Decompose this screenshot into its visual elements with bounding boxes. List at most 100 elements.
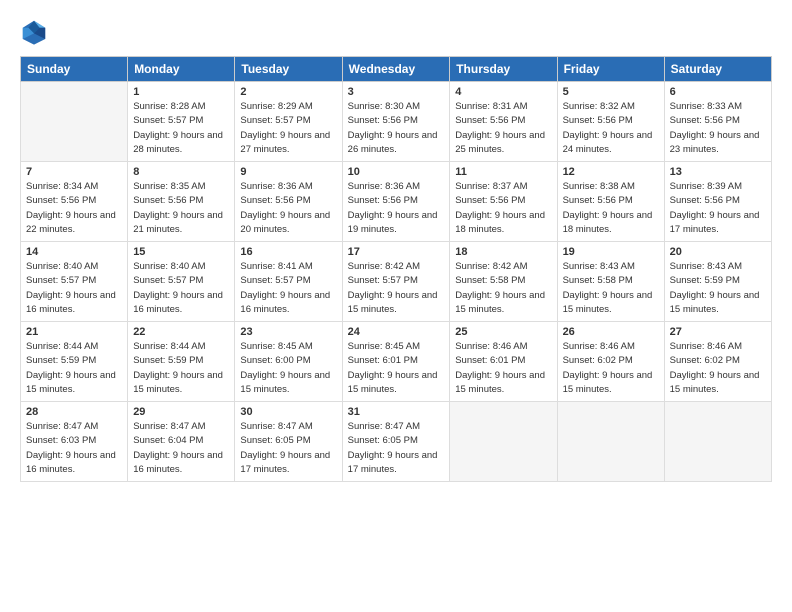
day-detail: Sunrise: 8:47 AMSunset: 6:05 PMDaylight:… [348, 420, 445, 477]
day-number: 31 [348, 406, 445, 418]
calendar-cell: 19 Sunrise: 8:43 AMSunset: 5:58 PMDayligh… [557, 242, 664, 322]
day-number: 9 [240, 166, 336, 178]
calendar-cell: 24 Sunrise: 8:45 AMSunset: 6:01 PMDayligh… [342, 322, 450, 402]
calendar-cell: 6 Sunrise: 8:33 AMSunset: 5:56 PMDaylight… [664, 82, 771, 162]
calendar-cell: 17Sunrise: 8:42 AMSunset: 5:57 PMDayligh… [342, 242, 450, 322]
day-number: 12 [563, 166, 659, 178]
col-header-friday: Friday [557, 57, 664, 82]
col-header-tuesday: Tuesday [235, 57, 342, 82]
day-detail: Sunrise: 8:43 AMSunset: 5:59 PMDaylight:… [670, 260, 766, 317]
calendar-cell: 2Sunrise: 8:29 AMSunset: 5:57 PMDaylight… [235, 82, 342, 162]
calendar-cell [21, 82, 128, 162]
day-detail: Sunrise: 8:36 AMSunset: 5:56 PMDaylight:… [240, 180, 336, 237]
day-number: 13 [670, 166, 766, 178]
day-detail: Sunrise: 8:31 AMSunset: 5:56 PMDaylight:… [455, 100, 551, 157]
calendar-cell: 18 Sunrise: 8:42 AMSunset: 5:58 PMDayligh… [450, 242, 557, 322]
day-number: 15 [133, 246, 229, 258]
calendar-cell [450, 402, 557, 482]
calendar-cell: 15 Sunrise: 8:40 AMSunset: 5:57 PMDayligh… [128, 242, 235, 322]
day-detail: Sunrise: 8:46 AMSunset: 6:01 PMDaylight:… [455, 340, 551, 397]
day-number: 4 [455, 86, 551, 98]
day-number: 23 [240, 326, 336, 338]
day-detail: Sunrise: 8:41 AMSunset: 5:57 PMDaylight:… [240, 260, 336, 317]
day-detail: Sunrise: 8:45 AMSunset: 6:00 PMDaylight:… [240, 340, 336, 397]
week-row-3: 14 Sunrise: 8:40 AMSunset: 5:57 PMDayligh… [21, 242, 772, 322]
header-row: SundayMondayTuesdayWednesdayThursdayFrid… [21, 57, 772, 82]
day-detail: Sunrise: 8:47 AMSunset: 6:03 PMDaylight:… [26, 420, 122, 477]
day-detail: Sunrise: 8:44 AMSunset: 5:59 PMDaylight:… [133, 340, 229, 397]
page: SundayMondayTuesdayWednesdayThursdayFrid… [0, 0, 792, 492]
day-number: 19 [563, 246, 659, 258]
day-number: 24 [348, 326, 445, 338]
calendar-cell: 14 Sunrise: 8:40 AMSunset: 5:57 PMDayligh… [21, 242, 128, 322]
day-number: 25 [455, 326, 551, 338]
header [20, 18, 772, 46]
col-header-saturday: Saturday [664, 57, 771, 82]
logo [20, 18, 52, 46]
day-detail: Sunrise: 8:33 AMSunset: 5:56 PMDaylight:… [670, 100, 766, 157]
week-row-1: 1 Sunrise: 8:28 AMSunset: 5:57 PMDaylight… [21, 82, 772, 162]
calendar-cell [664, 402, 771, 482]
day-number: 26 [563, 326, 659, 338]
day-detail: Sunrise: 8:47 AMSunset: 6:05 PMDaylight:… [240, 420, 336, 477]
day-detail: Sunrise: 8:29 AMSunset: 5:57 PMDaylight:… [240, 100, 336, 157]
day-number: 16 [240, 246, 336, 258]
day-detail: Sunrise: 8:35 AMSunset: 5:56 PMDaylight:… [133, 180, 229, 237]
day-number: 10 [348, 166, 445, 178]
week-row-4: 21 Sunrise: 8:44 AMSunset: 5:59 PMDayligh… [21, 322, 772, 402]
day-number: 1 [133, 86, 229, 98]
calendar-cell: 30Sunrise: 8:47 AMSunset: 6:05 PMDayligh… [235, 402, 342, 482]
day-detail: Sunrise: 8:42 AMSunset: 5:58 PMDaylight:… [455, 260, 551, 317]
calendar-cell: 27Sunrise: 8:46 AMSunset: 6:02 PMDayligh… [664, 322, 771, 402]
calendar-cell: 31 Sunrise: 8:47 AMSunset: 6:05 PMDayligh… [342, 402, 450, 482]
day-detail: Sunrise: 8:47 AMSunset: 6:04 PMDaylight:… [133, 420, 229, 477]
calendar-cell: 11 Sunrise: 8:37 AMSunset: 5:56 PMDayligh… [450, 162, 557, 242]
day-number: 6 [670, 86, 766, 98]
day-detail: Sunrise: 8:46 AMSunset: 6:02 PMDaylight:… [670, 340, 766, 397]
day-detail: Sunrise: 8:39 AMSunset: 5:56 PMDaylight:… [670, 180, 766, 237]
day-number: 8 [133, 166, 229, 178]
day-detail: Sunrise: 8:37 AMSunset: 5:56 PMDaylight:… [455, 180, 551, 237]
calendar-cell: 9 Sunrise: 8:36 AMSunset: 5:56 PMDaylight… [235, 162, 342, 242]
calendar-cell: 22 Sunrise: 8:44 AMSunset: 5:59 PMDayligh… [128, 322, 235, 402]
day-number: 7 [26, 166, 122, 178]
col-header-thursday: Thursday [450, 57, 557, 82]
day-detail: Sunrise: 8:42 AMSunset: 5:57 PMDaylight:… [348, 260, 445, 317]
col-header-sunday: Sunday [21, 57, 128, 82]
calendar-cell: 8 Sunrise: 8:35 AMSunset: 5:56 PMDaylight… [128, 162, 235, 242]
day-detail: Sunrise: 8:46 AMSunset: 6:02 PMDaylight:… [563, 340, 659, 397]
day-number: 18 [455, 246, 551, 258]
calendar-cell: 12Sunrise: 8:38 AMSunset: 5:56 PMDayligh… [557, 162, 664, 242]
day-number: 22 [133, 326, 229, 338]
day-number: 20 [670, 246, 766, 258]
calendar-cell: 10 Sunrise: 8:36 AMSunset: 5:56 PMDayligh… [342, 162, 450, 242]
day-number: 11 [455, 166, 551, 178]
week-row-2: 7 Sunrise: 8:34 AMSunset: 5:56 PMDaylight… [21, 162, 772, 242]
day-detail: Sunrise: 8:40 AMSunset: 5:57 PMDaylight:… [133, 260, 229, 317]
logo-icon [20, 18, 48, 46]
day-detail: Sunrise: 8:40 AMSunset: 5:57 PMDaylight:… [26, 260, 122, 317]
day-number: 14 [26, 246, 122, 258]
calendar-cell: 7 Sunrise: 8:34 AMSunset: 5:56 PMDaylight… [21, 162, 128, 242]
day-detail: Sunrise: 8:44 AMSunset: 5:59 PMDaylight:… [26, 340, 122, 397]
calendar-cell: 1 Sunrise: 8:28 AMSunset: 5:57 PMDaylight… [128, 82, 235, 162]
calendar-cell: 13 Sunrise: 8:39 AMSunset: 5:56 PMDayligh… [664, 162, 771, 242]
day-number: 3 [348, 86, 445, 98]
day-detail: Sunrise: 8:36 AMSunset: 5:56 PMDaylight:… [348, 180, 445, 237]
day-detail: Sunrise: 8:32 AMSunset: 5:56 PMDaylight:… [563, 100, 659, 157]
day-number: 21 [26, 326, 122, 338]
calendar-cell: 5 Sunrise: 8:32 AMSunset: 5:56 PMDaylight… [557, 82, 664, 162]
day-detail: Sunrise: 8:34 AMSunset: 5:56 PMDaylight:… [26, 180, 122, 237]
day-detail: Sunrise: 8:43 AMSunset: 5:58 PMDaylight:… [563, 260, 659, 317]
calendar-cell: 4 Sunrise: 8:31 AMSunset: 5:56 PMDaylight… [450, 82, 557, 162]
day-number: 5 [563, 86, 659, 98]
day-detail: Sunrise: 8:45 AMSunset: 6:01 PMDaylight:… [348, 340, 445, 397]
calendar-cell: 25 Sunrise: 8:46 AMSunset: 6:01 PMDayligh… [450, 322, 557, 402]
calendar-cell: 23 Sunrise: 8:45 AMSunset: 6:00 PMDayligh… [235, 322, 342, 402]
day-number: 29 [133, 406, 229, 418]
day-detail: Sunrise: 8:28 AMSunset: 5:57 PMDaylight:… [133, 100, 229, 157]
calendar-cell: 3Sunrise: 8:30 AMSunset: 5:56 PMDaylight… [342, 82, 450, 162]
calendar-cell: 20 Sunrise: 8:43 AMSunset: 5:59 PMDayligh… [664, 242, 771, 322]
calendar-cell: 16 Sunrise: 8:41 AMSunset: 5:57 PMDayligh… [235, 242, 342, 322]
calendar-cell: 21 Sunrise: 8:44 AMSunset: 5:59 PMDayligh… [21, 322, 128, 402]
